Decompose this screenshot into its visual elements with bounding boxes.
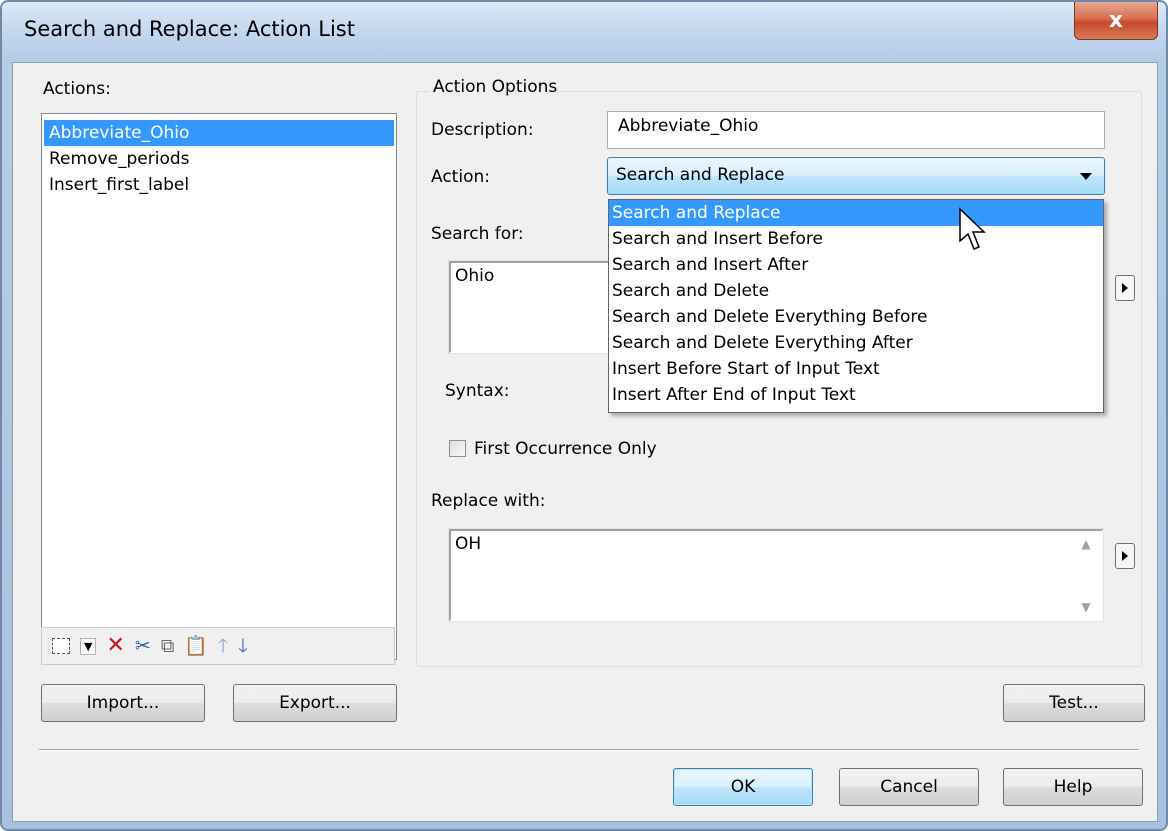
replace-with-value: OH [455, 534, 482, 554]
export-button-label: Export... [279, 693, 351, 713]
first-occurrence-checkbox[interactable] [449, 440, 466, 457]
separator [39, 749, 1139, 751]
move-up-icon[interactable]: 🡑 [218, 636, 228, 656]
new-action-icon[interactable] [52, 638, 70, 654]
list-item[interactable]: Insert_first_label [44, 172, 394, 198]
action-option[interactable]: Search and Delete Everything Before [609, 304, 1103, 330]
first-occurrence-label[interactable]: First Occurrence Only [474, 439, 657, 459]
replace-with-label: Replace with: [431, 491, 546, 511]
arrow-right-icon [1122, 283, 1128, 293]
export-button[interactable]: Export... [233, 684, 397, 722]
scroll-up-icon[interactable]: ▲ [1081, 537, 1090, 551]
test-button-label: Test... [1049, 693, 1099, 713]
cancel-button[interactable]: Cancel [839, 768, 979, 806]
replace-with-field[interactable]: OH ▲ ▼ [448, 528, 1104, 622]
ok-button[interactable]: OK [673, 768, 813, 806]
help-button-label: Help [1053, 777, 1093, 797]
action-option[interactable]: Insert After End of Input Text [609, 382, 1103, 408]
help-button[interactable]: Help [1003, 768, 1143, 806]
action-option[interactable]: Search and Replace [609, 200, 1103, 226]
action-option[interactable]: Search and Insert Before [609, 226, 1103, 252]
copy-icon[interactable]: ⧉ [161, 636, 175, 656]
chevron-down-icon [1080, 173, 1092, 180]
dropdown-arrow-icon[interactable]: ▼ [80, 637, 97, 655]
action-select[interactable]: Search and Replace [607, 157, 1105, 195]
title-bar[interactable]: Search and Replace: Action List x [2, 2, 1166, 62]
description-field[interactable]: Abbreviate_Ohio [607, 111, 1105, 149]
syntax-label: Syntax: [445, 381, 510, 401]
replace-scrollbar[interactable]: ▲ ▼ [1076, 537, 1096, 614]
action-option[interactable]: Search and Insert After [609, 252, 1103, 278]
list-item[interactable]: Abbreviate_Ohio [44, 120, 394, 146]
search-for-label: Search for: [431, 224, 524, 244]
replace-insert-menu-button[interactable] [1115, 543, 1135, 569]
dialog-window: Search and Replace: Action List x Action… [0, 0, 1168, 831]
actions-label: Actions: [43, 79, 111, 99]
arrow-right-icon [1122, 551, 1128, 561]
action-options-title: Action Options [429, 77, 562, 97]
window-title: Search and Replace: Action List [24, 17, 355, 41]
test-button[interactable]: Test... [1003, 684, 1145, 722]
action-select-value: Search and Replace [616, 165, 785, 185]
mouse-cursor-icon [959, 207, 986, 250]
ok-button-label: OK [730, 777, 756, 797]
actions-toolbar: ▼ ✕ ✂ ⧉ 📋 🡑 🡓 [41, 627, 395, 665]
description-value: Abbreviate_Ohio [618, 116, 759, 136]
action-option[interactable]: Insert Before Start of Input Text [609, 356, 1103, 382]
paste-icon[interactable]: 📋 [184, 636, 208, 656]
close-button[interactable]: x [1074, 2, 1158, 40]
actions-listbox[interactable]: Abbreviate_Ohio Remove_periods Insert_fi… [41, 113, 397, 660]
import-button-label: Import... [86, 693, 160, 713]
search-for-value: Ohio [455, 266, 495, 286]
search-for-field[interactable]: Ohio [448, 260, 628, 354]
action-option[interactable]: Search and Delete [609, 278, 1103, 304]
import-button[interactable]: Import... [41, 684, 205, 722]
move-down-icon[interactable]: 🡓 [238, 636, 248, 656]
list-item[interactable]: Remove_periods [44, 146, 394, 172]
search-insert-menu-button[interactable] [1115, 275, 1135, 301]
close-icon: x [1108, 8, 1124, 33]
scroll-down-icon[interactable]: ▼ [1081, 600, 1090, 614]
dialog-client-area: Actions: Abbreviate_Ohio Remove_periods … [12, 62, 1158, 822]
cut-icon[interactable]: ✂ [135, 636, 151, 656]
action-option[interactable]: Search and Delete Everything After [609, 330, 1103, 356]
action-dropdown-list: Search and Replace Search and Insert Bef… [608, 199, 1104, 413]
cancel-button-label: Cancel [880, 777, 938, 797]
description-label: Description: [431, 120, 534, 140]
delete-icon[interactable]: ✕ [106, 635, 124, 657]
action-label: Action: [431, 167, 490, 187]
